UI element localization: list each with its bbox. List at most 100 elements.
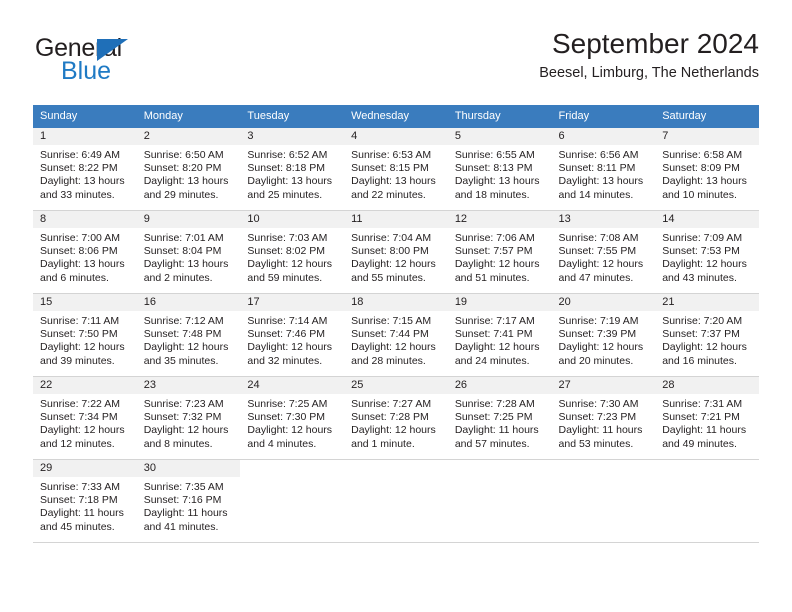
sunrise-time: Sunrise: 7:01 AM <box>143 232 224 244</box>
calendar-day-cell[interactable]: 24 Sunrise: 7:25 AM Sunset: 7:30 PM Dayligh… <box>240 376 345 460</box>
calendar-week-row: 1 Sunrise: 6:49 AM Sunset: 8:22 PM Daylight… <box>33 127 759 211</box>
sunrise-time: Sunrise: 7:22 AM <box>40 398 120 410</box>
calendar-day-cell[interactable]: 10 Sunrise: 7:03 AM Sunset: 8:02 PM Dayligh… <box>240 210 345 294</box>
weekday-header-wednesday: Wednesday <box>344 105 448 128</box>
day-number: 17 <box>240 294 345 311</box>
calendar-day-cell[interactable]: 17 Sunrise: 7:14 AM Sunset: 7:46 PM Dayligh… <box>240 293 345 377</box>
calendar-day-cell[interactable]: 6 Sunrise: 6:56 AM Sunset: 8:11 PM Daylight… <box>551 127 656 211</box>
sunrise-time: Sunrise: 7:04 AM <box>351 232 432 244</box>
daylight-duration-line1: Daylight: 13 hours <box>351 175 436 188</box>
sunset-time: Sunset: 7:28 PM <box>351 411 429 424</box>
calendar-day-cell[interactable]: 15 Sunrise: 7:11 AM Sunset: 7:50 PM Dayligh… <box>33 293 137 377</box>
daylight-duration-line1: Daylight: 12 hours <box>143 424 229 437</box>
calendar-day-cell[interactable]: 4 Sunrise: 6:53 AM Sunset: 8:15 PM Daylight… <box>344 127 448 211</box>
calendar-week-row: 29 Sunrise: 7:33 AM Sunset: 7:18 PM Dayligh… <box>33 459 759 543</box>
day-number: 24 <box>240 377 345 394</box>
day-number: 16 <box>136 294 241 311</box>
daylight-duration-line2: and 55 minutes. <box>351 271 426 284</box>
day-number: 18 <box>344 294 448 311</box>
sunset-time: Sunset: 7:46 PM <box>247 328 326 341</box>
calendar-day-cell[interactable]: 1 Sunrise: 6:49 AM Sunset: 8:22 PM Daylight… <box>33 127 137 211</box>
day-details: Sunrise: 7:12 AM Sunset: 7:48 PM Daylight:… <box>137 311 241 368</box>
day-details: Sunrise: 6:58 AM Sunset: 8:09 PM Daylight:… <box>655 145 759 202</box>
day-number: 2 <box>136 128 241 145</box>
day-number: 26 <box>447 377 552 394</box>
calendar-day-cell[interactable]: 14 Sunrise: 7:09 AM Sunset: 7:53 PM Dayligh… <box>655 210 759 294</box>
day-details: Sunrise: 7:30 AM Sunset: 7:23 PM Daylight:… <box>552 394 656 451</box>
day-number: 12 <box>447 211 552 228</box>
day-details: Sunrise: 6:55 AM Sunset: 8:13 PM Daylight:… <box>448 145 552 202</box>
calendar-day-cell[interactable]: 13 Sunrise: 7:08 AM Sunset: 7:55 PM Dayligh… <box>551 210 656 294</box>
calendar-day-cell[interactable]: 9 Sunrise: 7:01 AM Sunset: 8:04 PM Daylight… <box>136 210 241 294</box>
calendar-day-cell[interactable]: 29 Sunrise: 7:33 AM Sunset: 7:18 PM Dayligh… <box>33 459 137 543</box>
daylight-duration-line1: Daylight: 13 hours <box>662 175 747 188</box>
day-number <box>344 460 448 477</box>
sunrise-time: Sunrise: 7:17 AM <box>454 315 535 327</box>
calendar-day-cell[interactable]: 16 Sunrise: 7:12 AM Sunset: 7:48 PM Dayligh… <box>136 293 241 377</box>
day-details: Sunrise: 7:33 AM Sunset: 7:18 PM Daylight:… <box>33 477 137 534</box>
day-details: Sunrise: 7:17 AM Sunset: 7:41 PM Daylight:… <box>448 311 552 368</box>
day-number: 8 <box>33 211 137 228</box>
daylight-duration-line2: and 16 minutes. <box>662 354 737 367</box>
sunset-time: Sunset: 7:48 PM <box>143 328 222 341</box>
sunrise-time: Sunrise: 6:55 AM <box>454 149 535 161</box>
calendar-empty-cell <box>551 459 656 543</box>
sunset-time: Sunset: 7:55 PM <box>558 245 637 258</box>
daylight-duration-line2: and 45 minutes. <box>40 520 115 533</box>
day-details: Sunrise: 7:00 AM Sunset: 8:06 PM Daylight:… <box>33 228 137 285</box>
calendar-day-cell[interactable]: 26 Sunrise: 7:28 AM Sunset: 7:25 PM Dayligh… <box>447 376 552 460</box>
calendar-day-cell[interactable]: 20 Sunrise: 7:19 AM Sunset: 7:39 PM Dayligh… <box>551 293 656 377</box>
sunset-time: Sunset: 7:25 PM <box>454 411 533 424</box>
calendar-day-cell[interactable]: 5 Sunrise: 6:55 AM Sunset: 8:13 PM Daylight… <box>447 127 552 211</box>
calendar-day-cell[interactable]: 12 Sunrise: 7:06 AM Sunset: 7:57 PM Dayligh… <box>447 210 552 294</box>
day-number: 30 <box>136 460 241 477</box>
day-details: Sunrise: 7:06 AM Sunset: 7:57 PM Daylight:… <box>448 228 552 285</box>
sunrise-time: Sunrise: 7:06 AM <box>454 232 535 244</box>
daylight-duration-line2: and 2 minutes. <box>143 271 213 284</box>
day-number: 3 <box>240 128 345 145</box>
sunrise-time: Sunrise: 7:20 AM <box>662 315 743 327</box>
daylight-duration-line2: and 49 minutes. <box>662 437 737 450</box>
calendar-day-cell[interactable]: 25 Sunrise: 7:27 AM Sunset: 7:28 PM Dayligh… <box>344 376 448 460</box>
calendar-empty-cell <box>344 459 448 543</box>
sunset-time: Sunset: 8:15 PM <box>351 162 429 175</box>
daylight-duration-line1: Daylight: 12 hours <box>662 258 747 271</box>
calendar-day-cell[interactable]: 27 Sunrise: 7:30 AM Sunset: 7:23 PM Dayligh… <box>551 376 656 460</box>
weekday-header-tuesday: Tuesday <box>240 105 345 128</box>
day-number: 4 <box>344 128 448 145</box>
sunrise-time: Sunrise: 6:50 AM <box>143 149 224 161</box>
sunset-time: Sunset: 8:22 PM <box>40 162 118 175</box>
daylight-duration-line1: Daylight: 13 hours <box>143 258 229 271</box>
day-number: 29 <box>33 460 137 477</box>
general-blue-logo[interactable]: General Blue <box>33 32 233 92</box>
calendar-day-cell[interactable]: 22 Sunrise: 7:22 AM Sunset: 7:34 PM Dayligh… <box>33 376 137 460</box>
sunset-time: Sunset: 8:20 PM <box>143 162 222 175</box>
calendar-day-cell[interactable]: 21 Sunrise: 7:20 AM Sunset: 7:37 PM Dayligh… <box>655 293 759 377</box>
calendar-day-cell[interactable]: 7 Sunrise: 6:58 AM Sunset: 8:09 PM Daylight… <box>655 127 759 211</box>
daylight-duration-line1: Daylight: 11 hours <box>558 424 643 437</box>
calendar-empty-cell <box>240 459 345 543</box>
calendar-day-cell[interactable]: 18 Sunrise: 7:15 AM Sunset: 7:44 PM Dayligh… <box>344 293 448 377</box>
day-details: Sunrise: 7:11 AM Sunset: 7:50 PM Daylight:… <box>33 311 137 368</box>
day-details: Sunrise: 7:23 AM Sunset: 7:32 PM Daylight:… <box>137 394 241 451</box>
day-details: Sunrise: 6:49 AM Sunset: 8:22 PM Daylight:… <box>33 145 137 202</box>
calendar-day-cell[interactable]: 2 Sunrise: 6:50 AM Sunset: 8:20 PM Daylight… <box>136 127 241 211</box>
day-number <box>655 460 759 477</box>
sunrise-time: Sunrise: 7:25 AM <box>247 398 328 410</box>
calendar-day-cell[interactable]: 8 Sunrise: 7:00 AM Sunset: 8:06 PM Daylight… <box>33 210 137 294</box>
daylight-duration-line1: Daylight: 13 hours <box>247 175 333 188</box>
calendar-day-cell[interactable]: 28 Sunrise: 7:31 AM Sunset: 7:21 PM Dayligh… <box>655 376 759 460</box>
calendar-day-cell[interactable]: 3 Sunrise: 6:52 AM Sunset: 8:18 PM Daylight… <box>240 127 345 211</box>
calendar-day-cell[interactable]: 19 Sunrise: 7:17 AM Sunset: 7:41 PM Dayligh… <box>447 293 552 377</box>
page-subtitle: Beesel, Limburg, The Netherlands <box>539 65 759 82</box>
day-details: Sunrise: 6:50 AM Sunset: 8:20 PM Daylight:… <box>137 145 241 202</box>
calendar-day-cell[interactable]: 11 Sunrise: 7:04 AM Sunset: 8:00 PM Dayligh… <box>344 210 448 294</box>
weekday-header-monday: Monday <box>136 105 241 128</box>
daylight-duration-line2: and 32 minutes. <box>247 354 323 367</box>
weekday-header-saturday: Saturday <box>655 105 759 128</box>
daylight-duration-line2: and 4 minutes. <box>247 437 317 450</box>
calendar-day-cell[interactable]: 30 Sunrise: 7:35 AM Sunset: 7:16 PM Dayligh… <box>136 459 241 543</box>
day-number: 11 <box>344 211 448 228</box>
calendar-day-cell[interactable]: 23 Sunrise: 7:23 AM Sunset: 7:32 PM Dayligh… <box>136 376 241 460</box>
daylight-duration-line1: Daylight: 11 hours <box>143 507 228 520</box>
